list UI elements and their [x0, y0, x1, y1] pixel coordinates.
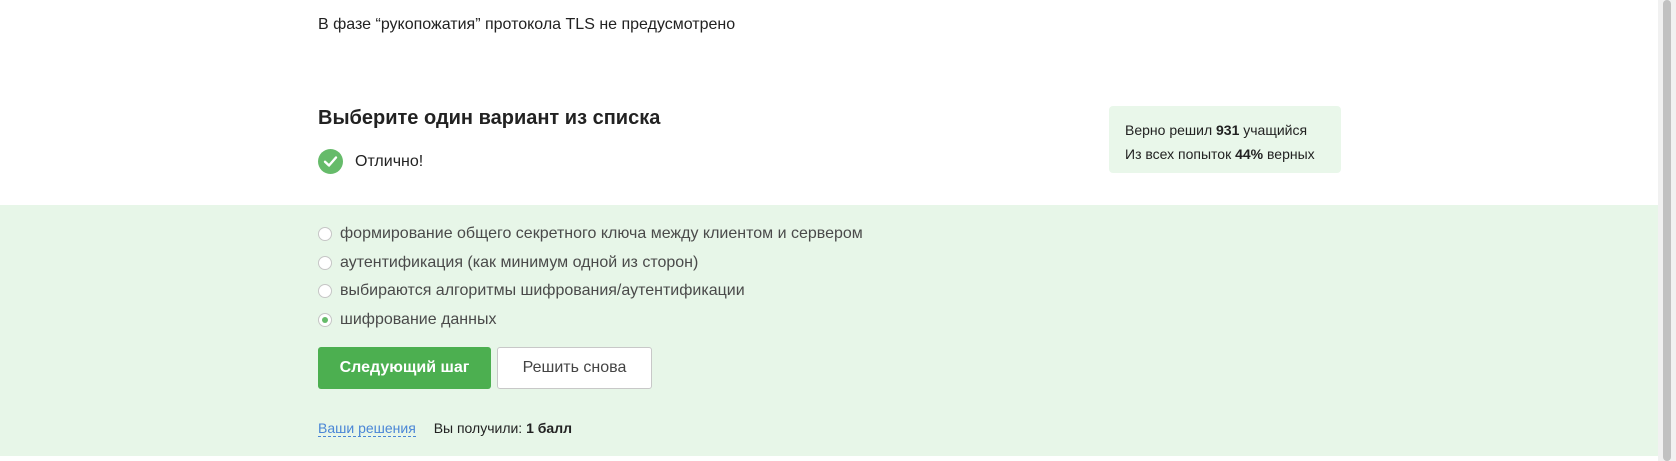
- stats-correct-percent: 44%: [1235, 146, 1264, 162]
- checkmark-circle-icon: [318, 149, 343, 174]
- option-label: аутентификация (как минимум одной из сто…: [340, 253, 699, 271]
- stats-percent-suffix: верных: [1267, 146, 1315, 162]
- stats-solvers-suffix: учащийся: [1243, 122, 1308, 138]
- action-buttons: Следующий шаг Решить снова: [318, 347, 652, 389]
- radio-button-selected[interactable]: [318, 312, 332, 327]
- stats-box: Верно решил 931 учащийся Из всех попыток…: [1109, 106, 1341, 173]
- option-data-encryption[interactable]: шифрование данных: [318, 306, 863, 335]
- option-label: шифрование данных: [340, 310, 497, 328]
- option-authentication[interactable]: аутентификация (как минимум одной из сто…: [318, 249, 863, 278]
- stats-solvers-count: 931: [1216, 122, 1240, 138]
- scrollbar-thumb[interactable]: [1663, 0, 1671, 461]
- option-label: формирование общего секретного ключа меж…: [340, 225, 863, 243]
- result-footer: Ваши решения Вы получили: 1 балл: [318, 420, 572, 437]
- score-value: 1 балл: [526, 420, 572, 436]
- question-text: В фазе “рукопожатия” протокола TLS не пр…: [318, 16, 736, 33]
- stats-solvers-prefix: Верно решил: [1125, 122, 1213, 138]
- radio-button[interactable]: [318, 227, 332, 242]
- option-label: выбираются алгоритмы шифрования/аутентиф…: [340, 282, 745, 300]
- stats-percent-prefix: Из всех попыток: [1125, 146, 1232, 162]
- feedback: Отлично!: [318, 149, 423, 174]
- next-step-button[interactable]: Следующий шаг: [318, 347, 491, 389]
- retry-button[interactable]: Решить снова: [497, 347, 652, 389]
- answer-options: формирование общего секретного ключа меж…: [318, 220, 863, 334]
- page: В фазе “рукопожатия” протокола TLS не пр…: [0, 0, 1676, 461]
- feedback-text: Отлично!: [355, 152, 424, 170]
- stats-solvers-line: Верно решил 931 учащийся: [1125, 118, 1325, 142]
- stats-percent-line: Из всех попыток 44% верных: [1125, 142, 1325, 166]
- radio-button[interactable]: [318, 255, 332, 270]
- option-shared-key[interactable]: формирование общего секретного ключа меж…: [318, 220, 863, 249]
- option-algorithms[interactable]: выбираются алгоритмы шифрования/аутентиф…: [318, 277, 863, 306]
- score-prefix: Вы получили:: [433, 420, 523, 436]
- quiz-heading: Выберите один вариант из списка: [318, 107, 661, 129]
- your-solutions-link[interactable]: Ваши решения: [318, 420, 416, 437]
- radio-button[interactable]: [318, 284, 332, 299]
